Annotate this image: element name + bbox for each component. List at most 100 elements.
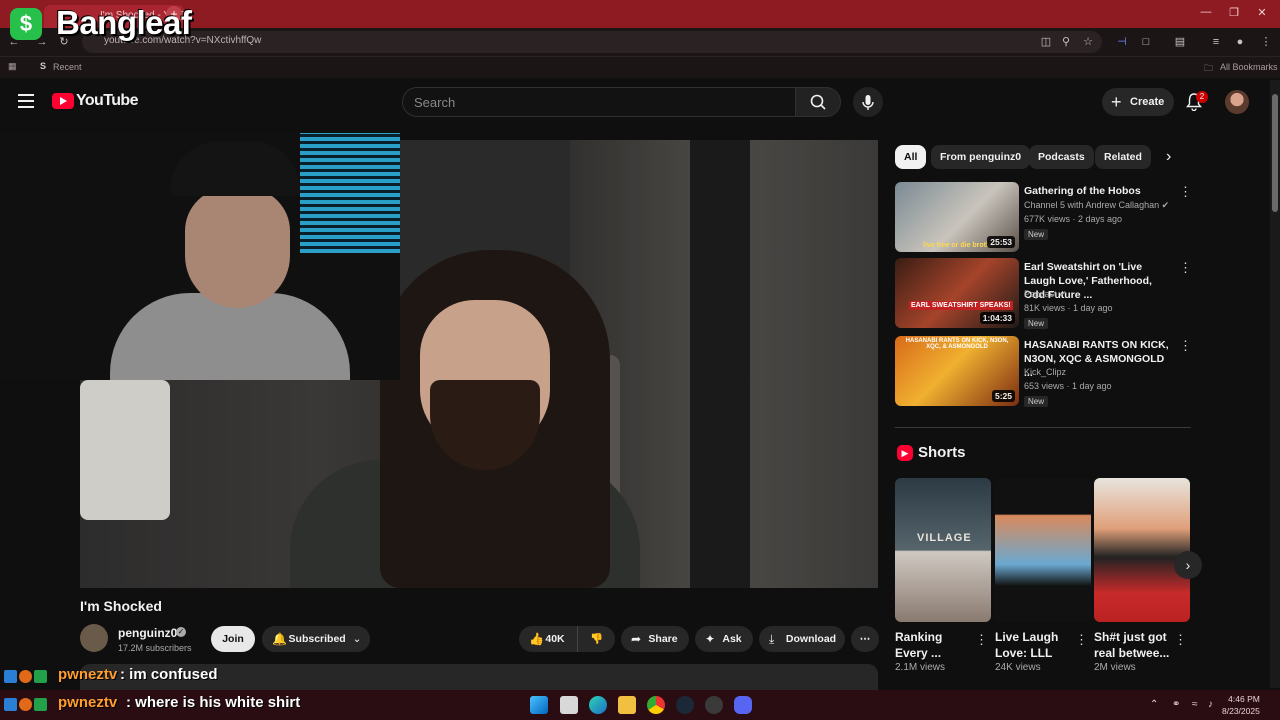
recommendation-item[interactable]: EARL SWEATSHIRT SPEAKS! 1:04:33 Earl Swe… xyxy=(895,258,1195,329)
system-clock[interactable]: 4:46 PM 8/23/2025 xyxy=(1222,693,1260,717)
bookmark-favicon-icon: S xyxy=(40,61,47,71)
maximize-icon[interactable]: ❐ xyxy=(1224,6,1244,22)
voice-search-button[interactable] xyxy=(853,87,883,117)
share-button[interactable]: ➦ Share xyxy=(621,626,689,652)
search-input[interactable]: Search xyxy=(402,87,796,117)
install-icon[interactable]: ◫ xyxy=(1038,34,1054,50)
subscribed-button[interactable]: 🔔 Subscribed ⌄ xyxy=(262,626,370,652)
short-item[interactable]: Sh#t just got real betwee... 2M views ⋮ xyxy=(1094,478,1190,673)
address-bar[interactable]: youtube.com/watch?v=NXctivhffQw xyxy=(82,31,1102,53)
recommendation-channel[interactable]: Channel 5 with Andrew Callaghan ✔ xyxy=(1024,200,1169,211)
extensions-icon[interactable]: □ xyxy=(1138,34,1154,50)
recommendation-item[interactable]: live free or die brother 25:53 Gathering… xyxy=(895,182,1195,252)
video-thumbnail[interactable]: live free or die brother 25:53 xyxy=(895,182,1019,252)
kebab-menu-icon[interactable]: ⋮ xyxy=(1174,632,1187,648)
short-title[interactable]: Sh#t just got real betwee... xyxy=(1094,629,1172,661)
search-button[interactable] xyxy=(795,87,841,117)
recommendation-channel[interactable]: Kick_Clipz xyxy=(1024,367,1066,377)
microphone-tray-icon[interactable]: ⚭ xyxy=(1172,699,1180,710)
thumbnail-caption: live free or die brother xyxy=(923,242,997,249)
chip-podcasts[interactable]: Podcasts xyxy=(1029,145,1094,169)
like-button[interactable]: 👍 40K xyxy=(519,626,577,652)
dislike-button[interactable]: 👎 xyxy=(577,626,615,652)
kebab-menu-icon[interactable]: ⋮ xyxy=(1179,184,1192,200)
file-icon[interactable] xyxy=(560,696,578,714)
zoom-icon[interactable]: ⚲ xyxy=(1058,34,1074,50)
obs-icon[interactable] xyxy=(705,696,723,714)
short-title[interactable]: Live Laugh Love: LLL xyxy=(995,629,1073,661)
channel-label: Channel 5 with Andrew Callaghan xyxy=(1024,200,1160,210)
bookmark-recent[interactable]: Recent xyxy=(53,62,82,72)
short-item[interactable]: Live Laugh Love: LLL 24K views ⋮ xyxy=(995,478,1091,673)
discord-icon[interactable] xyxy=(734,696,752,714)
chat-text: : im confused xyxy=(120,666,218,683)
short-title[interactable]: Ranking Every ... xyxy=(895,629,973,661)
reading-list-icon[interactable]: ≡ xyxy=(1208,34,1224,50)
extension-blue-icon[interactable]: ⊣ xyxy=(1114,34,1130,50)
video-duration: 25:53 xyxy=(987,236,1015,248)
account-avatar[interactable] xyxy=(1225,90,1249,114)
channel-avatar[interactable] xyxy=(80,624,108,652)
new-badge: New xyxy=(1024,396,1049,407)
steam-icon[interactable] xyxy=(676,696,694,714)
all-bookmarks[interactable]: All Bookmarks xyxy=(1220,62,1278,72)
short-thumbnail[interactable] xyxy=(995,478,1091,622)
start-icon[interactable] xyxy=(530,696,548,714)
chevron-right-icon[interactable]: › xyxy=(1166,148,1171,166)
youtube-logo-icon[interactable] xyxy=(52,93,74,109)
chrome-icon[interactable] xyxy=(647,696,665,714)
sparkle-icon: ✦ xyxy=(705,632,716,646)
video-thumbnail[interactable]: HASANABI RANTS ON KICK, N3ON, XQC, & ASM… xyxy=(895,336,1019,406)
kebab-menu-icon[interactable]: ⋮ xyxy=(1075,632,1088,648)
channel-label: Popcast xyxy=(1024,289,1057,299)
video-thumbnail[interactable]: EARL SWEATSHIRT SPEAKS! 1:04:33 xyxy=(895,258,1019,328)
ask-button[interactable]: ✦ Ask xyxy=(695,626,753,652)
shorts-logo-icon: ▶ xyxy=(897,445,913,461)
chip-all[interactable]: All xyxy=(895,145,927,169)
recommendation-channel[interactable]: Popcast ✔ xyxy=(1024,289,1067,300)
short-thumbnail[interactable]: VILLAGE xyxy=(895,478,991,622)
verified-check-icon: ✓ xyxy=(176,627,186,637)
wifi-icon[interactable]: ≈ xyxy=(1192,699,1198,710)
scrollbar-thumb[interactable] xyxy=(1272,94,1278,212)
chat-username: pwneztv xyxy=(58,666,118,683)
create-label: Create xyxy=(1130,96,1165,108)
join-button[interactable]: Join xyxy=(211,626,255,652)
folder-icon: 🗀 xyxy=(1204,63,1214,73)
badge-icon xyxy=(34,670,47,683)
recommendation-item[interactable]: HASANABI RANTS ON KICK, N3ON, XQC, & ASM… xyxy=(895,336,1195,407)
chevron-right-icon[interactable]: › xyxy=(1174,551,1202,579)
chip-related[interactable]: Related xyxy=(1095,145,1151,169)
background-cooler xyxy=(80,380,170,520)
more-actions-icon[interactable]: ⋯ xyxy=(851,626,879,652)
short-item[interactable]: VILLAGE Ranking Every ... 2.1M views ⋮ xyxy=(895,478,991,673)
chevron-up-icon[interactable]: ⌃ xyxy=(1150,699,1158,710)
bangleaf-title: Bangleaf xyxy=(56,4,192,41)
recommendation-title[interactable]: Gathering of the Hobos xyxy=(1024,184,1172,198)
apps-icon[interactable]: ▦ xyxy=(8,61,17,72)
kebab-menu-icon[interactable]: ⋮ xyxy=(1179,338,1192,354)
short-thumbnail[interactable] xyxy=(1094,478,1190,622)
sidepanel-icon[interactable]: ▤ xyxy=(1172,34,1188,50)
hamburger-menu-icon[interactable] xyxy=(18,94,34,108)
browser-toolbar: ← → ↻ youtube.com/watch?v=NXctivhffQw ◫ … xyxy=(0,28,1280,56)
create-button[interactable]: + Create xyxy=(1102,88,1174,116)
profile-icon[interactable]: ● xyxy=(1232,34,1248,50)
file-explorer-icon[interactable] xyxy=(618,696,636,714)
close-icon[interactable]: ✕ xyxy=(1252,6,1272,22)
page-scrollbar[interactable] xyxy=(1270,80,1280,688)
youtube-wordmark[interactable]: YouTube xyxy=(76,92,138,110)
browser-menu-icon[interactable]: ⋮ xyxy=(1258,34,1274,50)
microphone-icon xyxy=(862,95,874,110)
volume-icon[interactable]: ♪ xyxy=(1208,699,1213,710)
kebab-menu-icon[interactable]: ⋮ xyxy=(1179,260,1192,276)
edge-icon[interactable] xyxy=(589,696,607,714)
minimize-icon[interactable]: — xyxy=(1196,6,1216,22)
plus-icon: + xyxy=(1111,92,1122,112)
kebab-menu-icon[interactable]: ⋮ xyxy=(975,632,988,648)
channel-name[interactable]: penguinz0 xyxy=(118,626,177,640)
bookmark-star-icon[interactable]: ☆ xyxy=(1080,34,1096,50)
chip-from-channel[interactable]: From penguinz0 xyxy=(931,145,1031,169)
download-button[interactable]: ⤓ Download xyxy=(759,626,845,652)
search-icon xyxy=(810,94,826,110)
